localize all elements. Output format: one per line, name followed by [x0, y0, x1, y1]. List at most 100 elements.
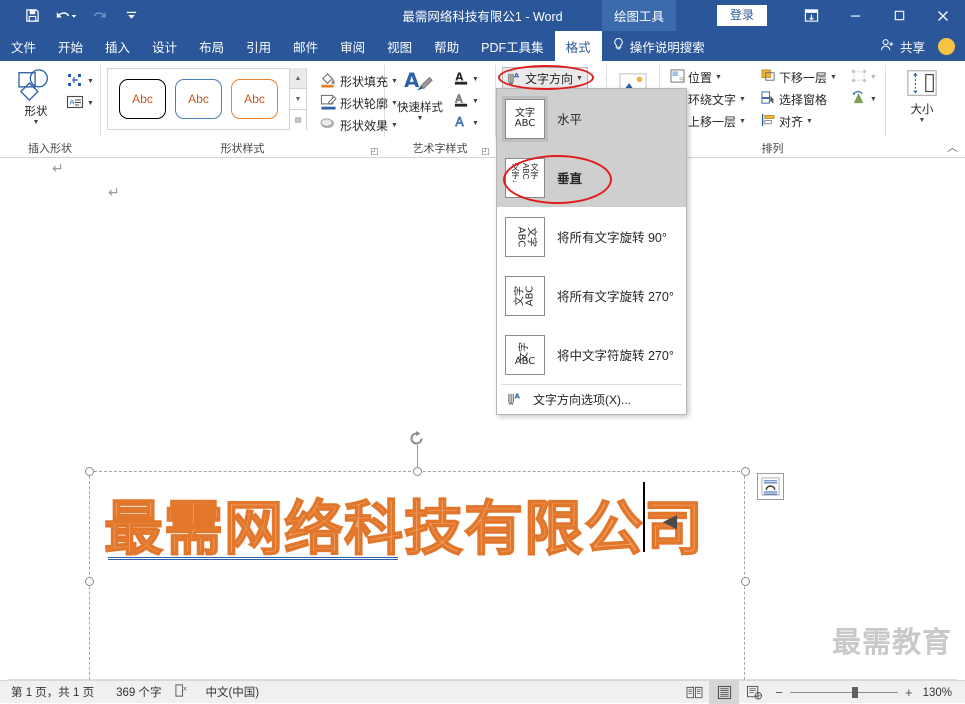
chevron-down-icon[interactable]: ▼ [33, 119, 40, 126]
tab-review[interactable]: 审阅 [329, 31, 376, 61]
tab-view[interactable]: 视图 [376, 31, 423, 61]
chevron-down-icon[interactable]: ▼ [715, 74, 722, 81]
text-direction-button[interactable]: A 文字方向 ▼ [502, 67, 588, 90]
menu-item-vertical[interactable]: 文字↓ 文字ABC 垂直 [497, 148, 686, 207]
print-layout-icon[interactable] [709, 681, 740, 704]
page-number-status[interactable]: 第 1 页，共 1 页 [0, 684, 105, 700]
size-button[interactable]: 大小 ▼ [895, 66, 949, 126]
resize-handle-w[interactable] [85, 577, 94, 586]
chevron-down-icon[interactable]: ▼ [472, 98, 479, 105]
gallery-more-icon[interactable]: ▤ [290, 110, 306, 130]
menu-label-rotate-asian-270: 将中文字符旋转 270° [557, 349, 674, 363]
word-count-status[interactable]: 369 个字 [105, 684, 172, 700]
selection-pane-button[interactable]: 选择窗格 [757, 88, 841, 110]
wordart-text[interactable]: 最需网络科技有限公司 [103, 493, 704, 564]
language-status[interactable]: 中文(中国) [194, 684, 270, 700]
send-backward-button[interactable]: 下移一层 ▼ [757, 66, 841, 88]
position-button[interactable]: 位置 ▼ [666, 66, 750, 88]
resize-handle-ne[interactable] [741, 467, 750, 476]
close-icon[interactable] [921, 0, 965, 31]
chevron-down-icon[interactable]: ▼ [417, 115, 424, 122]
tab-pdf-tools[interactable]: PDF工具集 [470, 31, 555, 61]
signin-button[interactable]: 登录 [716, 4, 767, 27]
gallery-scrollbar[interactable]: ▲ ▼ ▤ [289, 68, 306, 130]
zoom-out-button[interactable]: − [775, 686, 783, 699]
tab-home[interactable]: 开始 [47, 31, 94, 61]
menu-item-rotate-270[interactable]: 文字 ABC 将所有文字旋转 270° [497, 266, 686, 325]
zoom-level-label[interactable]: 130% [923, 687, 965, 699]
shape-styles-dialog-launcher[interactable]: ◰ [369, 146, 380, 157]
share-button[interactable]: 共享 [880, 31, 925, 61]
resize-handle-e[interactable] [741, 577, 750, 586]
zoom-thumb[interactable] [851, 687, 858, 698]
save-icon[interactable] [22, 6, 42, 26]
rotate-button[interactable]: ▼ [847, 88, 881, 110]
zoom-in-button[interactable]: + [905, 686, 913, 699]
gallery-scroll-down-icon[interactable]: ▼ [290, 89, 306, 110]
rotate-handle[interactable] [408, 430, 426, 448]
menu-item-text-direction-options[interactable]: A 文字方向选项(X)... [497, 385, 686, 414]
undo-icon[interactable] [53, 6, 79, 26]
rotate-icon [851, 90, 867, 108]
wordart-shape-selection[interactable]: 最需网络科技有限公司 [85, 431, 750, 680]
collapse-ribbon-icon[interactable]: ︿ [947, 139, 958, 155]
resize-handle-n[interactable] [413, 467, 422, 476]
chevron-down-icon[interactable]: ▼ [87, 100, 94, 107]
tab-layout[interactable]: 布局 [188, 31, 235, 61]
tab-format[interactable]: 格式 [554, 31, 602, 61]
chevron-down-icon[interactable]: ▼ [87, 78, 94, 85]
shapes-button[interactable]: 形状 ▼ [10, 66, 62, 128]
document-area[interactable]: ↵ ↵ 最需网络科技有限公司 ◄ 最需教育 [0, 158, 965, 680]
resize-handle-nw[interactable] [85, 467, 94, 476]
chevron-down-icon[interactable]: ▼ [806, 118, 813, 125]
tab-mailings[interactable]: 邮件 [282, 31, 329, 61]
menu-item-horizontal[interactable]: 文字 ABC 水平 [497, 89, 686, 148]
proofing-errors-icon[interactable]: x [172, 683, 194, 701]
wordart-styles-dialog-launcher[interactable]: ◰ [480, 146, 491, 157]
gallery-scroll-up-icon[interactable]: ▲ [290, 68, 306, 89]
tab-help[interactable]: 帮助 [423, 31, 470, 61]
read-mode-icon[interactable] [679, 681, 709, 704]
text-direction-menu[interactable]: 文字 ABC 水平 文字↓ 文字ABC 垂直 文字 ABC 将所有文字旋转 90… [496, 88, 687, 415]
align-button[interactable]: 对齐 ▼ [757, 110, 841, 132]
tab-file[interactable]: 文件 [0, 31, 48, 61]
text-box-button[interactable]: A ▼ [62, 92, 98, 114]
edit-shape-button[interactable]: ▼ [62, 70, 98, 92]
customize-qat-icon[interactable] [121, 6, 141, 26]
minimize-icon[interactable] [833, 0, 877, 31]
text-fill-button[interactable]: A ▼ [449, 68, 483, 90]
zoom-slider[interactable]: − + [769, 686, 922, 699]
tab-insert[interactable]: 插入 [94, 31, 141, 61]
chevron-down-icon[interactable]: ▼ [576, 75, 583, 82]
chevron-down-icon[interactable]: ▼ [739, 96, 746, 103]
quick-styles-button[interactable]: A 快速样式 ▼ [391, 66, 449, 124]
document-page[interactable]: ↵ ↵ 最需网络科技有限公司 ◄ [8, 158, 957, 680]
shape-style-preset-2[interactable]: Abc [175, 79, 222, 119]
menu-item-rotate-asian-270[interactable]: 文字 ABC 将中文字符旋转 270° [497, 325, 686, 384]
web-layout-icon[interactable] [739, 681, 769, 704]
status-bar-right: − + 130% [679, 681, 965, 704]
text-effects-button[interactable]: A ▼ [449, 112, 483, 134]
chevron-down-icon[interactable]: ▼ [830, 74, 837, 81]
maximize-icon[interactable] [877, 0, 921, 31]
tab-design[interactable]: 设计 [141, 31, 188, 61]
shape-style-preset-1[interactable]: Abc [119, 79, 166, 119]
chevron-down-icon[interactable]: ▼ [919, 117, 926, 124]
tell-me-search[interactable]: 操作说明搜索 [602, 31, 715, 61]
chevron-down-icon[interactable]: ▼ [739, 118, 746, 125]
text-outline-button[interactable]: A ▼ [449, 90, 483, 112]
shape-styles-gallery[interactable]: Abc Abc Abc ▲ ▼ ▤ [107, 68, 307, 130]
menu-item-rotate-90[interactable]: 文字 ABC 将所有文字旋转 90° [497, 207, 686, 266]
chevron-down-icon[interactable]: ▼ [472, 120, 479, 127]
send-backward-label: 下移一层 [778, 70, 827, 85]
layout-options-button[interactable] [757, 473, 784, 500]
chevron-down-icon[interactable]: ▼ [870, 96, 877, 103]
ribbon-display-options-icon[interactable] [789, 0, 833, 31]
feedback-smiley-icon[interactable] [938, 38, 955, 55]
chevron-down-icon[interactable]: ▼ [472, 76, 479, 83]
shape-style-preset-3[interactable]: Abc [231, 79, 278, 119]
text-direction-label: 文字方向 [525, 72, 574, 86]
tab-references[interactable]: 引用 [235, 31, 282, 61]
thumb-vertical-col-2: 文字↓ [511, 162, 520, 183]
zoom-track[interactable] [789, 687, 898, 698]
